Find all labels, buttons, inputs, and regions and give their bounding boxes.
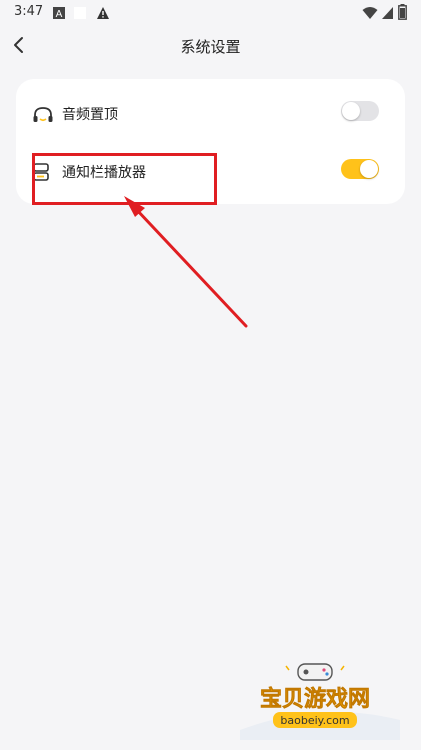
watermark-logo: 宝贝游戏网 baobeiy.com	[240, 663, 400, 740]
gamepad-icon	[285, 663, 345, 681]
watermark-title: 宝贝游戏网	[260, 686, 370, 712]
annotation-arrow-icon	[124, 196, 248, 328]
watermark-url: baobeiy.com	[280, 714, 349, 727]
